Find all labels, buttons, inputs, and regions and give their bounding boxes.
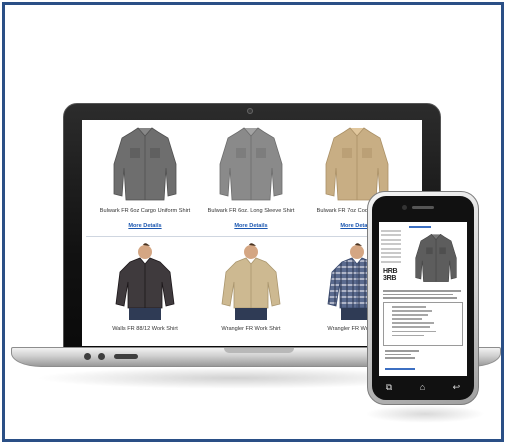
product-name[interactable]: Bulwark FR 6oz Cargo Uniform Shirt	[90, 208, 200, 214]
product-name[interactable]: Wrangler FR Work Shirt	[196, 326, 306, 332]
product-card[interactable]: Bulwark FR 6oz Cargo Uniform Shirt More …	[90, 124, 200, 232]
product-image[interactable]	[90, 242, 200, 322]
home-icon[interactable]: ⌂	[420, 382, 425, 392]
port-icon	[98, 353, 105, 360]
product-name[interactable]: Walls FR 88/12 Work Shirt	[90, 326, 200, 332]
phone-nav-bar: ⧉ ⌂ ↩	[372, 380, 474, 394]
recent-apps-icon[interactable]: ⧉	[386, 382, 392, 393]
phone-features-box	[383, 302, 463, 346]
phone-footer-text	[385, 350, 425, 361]
phone-description	[383, 290, 465, 301]
laptop-camera	[247, 108, 253, 114]
phone-shadow	[365, 405, 485, 423]
phone-product-image[interactable]	[413, 230, 459, 287]
port-icon	[84, 353, 91, 360]
phone-screen: HRB 3RB	[379, 222, 467, 376]
image-frame: Bulwark FR 6oz Cargo Uniform Shirt More …	[2, 2, 504, 442]
phone-logo: HRB 3RB	[383, 268, 398, 282]
back-icon[interactable]: ↩	[453, 382, 461, 393]
phone-camera	[402, 205, 407, 210]
phone-breadcrumb	[409, 226, 431, 228]
product-card[interactable]: Bulwark FR 6oz. Long Sleeve Shirt More D…	[196, 124, 306, 232]
port-slot-icon	[114, 354, 138, 359]
phone-bezel: HRB 3RB ⧉ ⌂ ↩	[372, 196, 474, 400]
phone-link[interactable]	[385, 368, 415, 370]
phone-speaker	[412, 206, 434, 209]
more-details-link[interactable]: More Details	[128, 223, 161, 229]
product-card[interactable]: Wrangler FR Work Shirt	[196, 242, 306, 332]
product-image[interactable]	[196, 124, 306, 204]
product-image[interactable]	[196, 242, 306, 322]
more-details-link[interactable]: More Details	[234, 223, 267, 229]
lid-notch	[224, 348, 294, 353]
phone-sidebar	[381, 230, 407, 265]
product-name[interactable]: Bulwark FR 6oz. Long Sleeve Shirt	[196, 208, 306, 214]
product-image[interactable]	[90, 124, 200, 204]
smartphone: HRB 3RB ⧉ ⌂ ↩	[367, 191, 479, 405]
product-card[interactable]: Walls FR 88/12 Work Shirt	[90, 242, 200, 332]
